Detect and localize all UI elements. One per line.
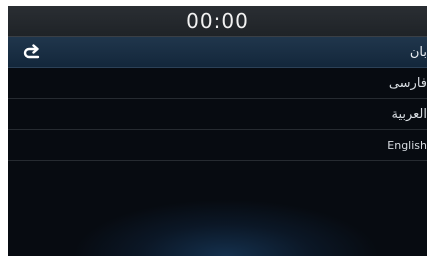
head-unit-screen: 00:00 بان فارسی العربية English [8, 6, 427, 256]
language-item-label: English [387, 139, 427, 152]
language-list-title: بان [409, 45, 427, 60]
back-arrow-icon [23, 44, 40, 59]
language-list-header: بان [8, 37, 427, 68]
language-list: بان فارسی العربية English [8, 37, 427, 161]
status-bar: 00:00 [8, 6, 427, 37]
clock: 00:00 [186, 9, 249, 33]
language-item-english[interactable]: English [8, 130, 427, 161]
language-item-label: العربية [391, 107, 427, 122]
back-button[interactable] [22, 44, 44, 62]
language-item-arabic[interactable]: العربية [8, 99, 427, 130]
language-item-label: فارسی [388, 76, 427, 91]
language-item-farsi[interactable]: فارسی [8, 68, 427, 99]
